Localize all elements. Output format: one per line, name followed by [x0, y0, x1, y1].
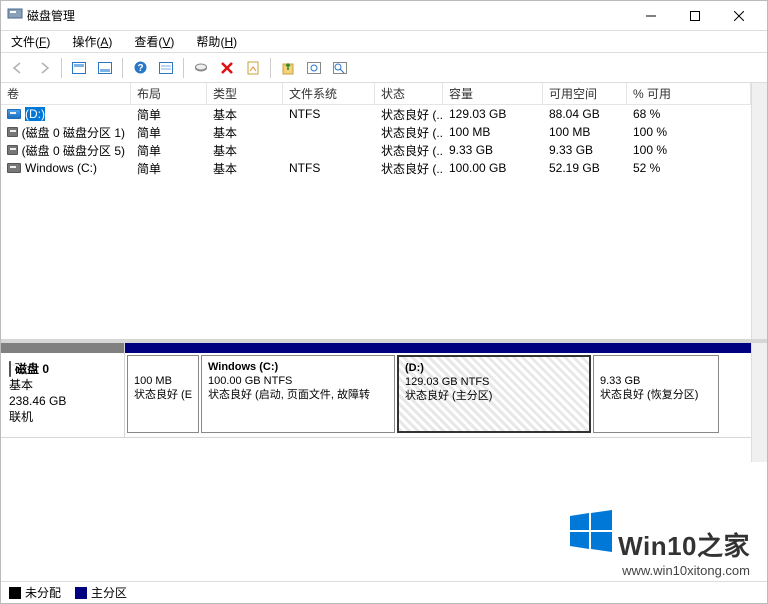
- menu-action[interactable]: 操作(A): [68, 31, 116, 52]
- col-layout[interactable]: 布局: [131, 83, 207, 104]
- menu-file[interactable]: 文件(F): [7, 31, 54, 52]
- legend-unallocated: 未分配: [9, 584, 61, 601]
- volume-row[interactable]: Windows (C:)简单基本NTFS状态良好 (...100.00 GB52…: [1, 159, 751, 177]
- disk-state: 联机: [9, 410, 33, 424]
- volume-icon: [7, 163, 21, 173]
- col-fs[interactable]: 文件系统: [283, 83, 375, 104]
- volume-list-body[interactable]: (D:)简单基本NTFS状态良好 (...129.03 GB88.04 GB68…: [1, 105, 751, 339]
- partition-box[interactable]: (D:)129.03 GB NTFS状态良好 (主分区): [397, 355, 591, 433]
- settings-icon[interactable]: [155, 57, 177, 79]
- partition-box[interactable]: 100 MB状态良好 (E: [127, 355, 199, 433]
- disk-type: 基本: [9, 378, 33, 392]
- col-pctfree[interactable]: % 可用: [627, 83, 751, 104]
- maximize-button[interactable]: [673, 2, 717, 30]
- disk-info[interactable]: 磁盘 0 基本 238.46 GB 联机: [1, 343, 125, 437]
- volume-icon: [7, 145, 18, 155]
- col-type[interactable]: 类型: [207, 83, 283, 104]
- col-volume[interactable]: 卷: [1, 83, 131, 104]
- graphical-view-scrollbar[interactable]: [751, 343, 767, 462]
- menu-help[interactable]: 帮助(H): [192, 31, 241, 52]
- volume-icon: [7, 127, 18, 137]
- close-button[interactable]: [717, 2, 761, 30]
- refresh-icon[interactable]: [190, 57, 212, 79]
- forward-button[interactable]: [33, 57, 55, 79]
- help-icon[interactable]: ?: [129, 57, 151, 79]
- menubar: 文件(F) 操作(A) 查看(V) 帮助(H): [1, 31, 767, 53]
- app-icon: [7, 6, 23, 25]
- action3-icon[interactable]: [329, 57, 351, 79]
- disk-drive-icon: [9, 361, 11, 377]
- col-free[interactable]: 可用空间: [543, 83, 627, 104]
- window-title: 磁盘管理: [23, 7, 629, 24]
- partitions-container: 100 MB状态良好 (EWindows (C:)100.00 GB NTFS状…: [125, 343, 751, 437]
- volume-row[interactable]: (磁盘 0 磁盘分区 5)简单基本状态良好 (...9.33 GB9.33 GB…: [1, 141, 751, 159]
- disk-size: 238.46 GB: [9, 394, 66, 408]
- graphical-view-panel: 磁盘 0 基本 238.46 GB 联机 100 MB状态良好 (EWindow…: [1, 343, 767, 603]
- view-top-icon[interactable]: [68, 57, 90, 79]
- minimize-button[interactable]: [629, 2, 673, 30]
- action1-icon[interactable]: [277, 57, 299, 79]
- col-capacity[interactable]: 容量: [443, 83, 543, 104]
- action2-icon[interactable]: [303, 57, 325, 79]
- properties-icon[interactable]: [242, 57, 264, 79]
- volume-list-header: 卷 布局 类型 文件系统 状态 容量 可用空间 % 可用: [1, 83, 751, 105]
- delete-icon[interactable]: [216, 57, 238, 79]
- back-button[interactable]: [7, 57, 29, 79]
- toolbar: ?: [1, 53, 767, 83]
- disk-label: 磁盘 0: [15, 362, 49, 376]
- volume-row[interactable]: (磁盘 0 磁盘分区 1)简单基本状态良好 (...100 MB100 MB10…: [1, 123, 751, 141]
- volume-row[interactable]: (D:)简单基本NTFS状态良好 (...129.03 GB88.04 GB68…: [1, 105, 751, 123]
- disk-row: 磁盘 0 基本 238.46 GB 联机 100 MB状态良好 (EWindow…: [1, 343, 751, 438]
- menu-view[interactable]: 查看(V): [130, 31, 178, 52]
- legend-primary: 主分区: [75, 584, 127, 601]
- partition-box[interactable]: 9.33 GB状态良好 (恢复分区): [593, 355, 719, 433]
- content-split: 卷 布局 类型 文件系统 状态 容量 可用空间 % 可用 (D:)简单基本NTF…: [1, 83, 767, 603]
- view-bottom-icon[interactable]: [94, 57, 116, 79]
- titlebar: 磁盘管理: [1, 1, 767, 31]
- volume-list-panel: 卷 布局 类型 文件系统 状态 容量 可用空间 % 可用 (D:)简单基本NTF…: [1, 83, 767, 343]
- volume-icon: [7, 109, 21, 119]
- col-status[interactable]: 状态: [375, 83, 443, 104]
- partition-box[interactable]: Windows (C:)100.00 GB NTFS状态良好 (启动, 页面文件…: [201, 355, 395, 433]
- legend: 未分配 主分区: [1, 581, 767, 603]
- volume-list-scrollbar[interactable]: [751, 83, 767, 339]
- disk-management-window: 磁盘管理 文件(F) 操作(A) 查看(V) 帮助(H) ?: [0, 0, 768, 604]
- svg-text:?: ?: [137, 63, 143, 74]
